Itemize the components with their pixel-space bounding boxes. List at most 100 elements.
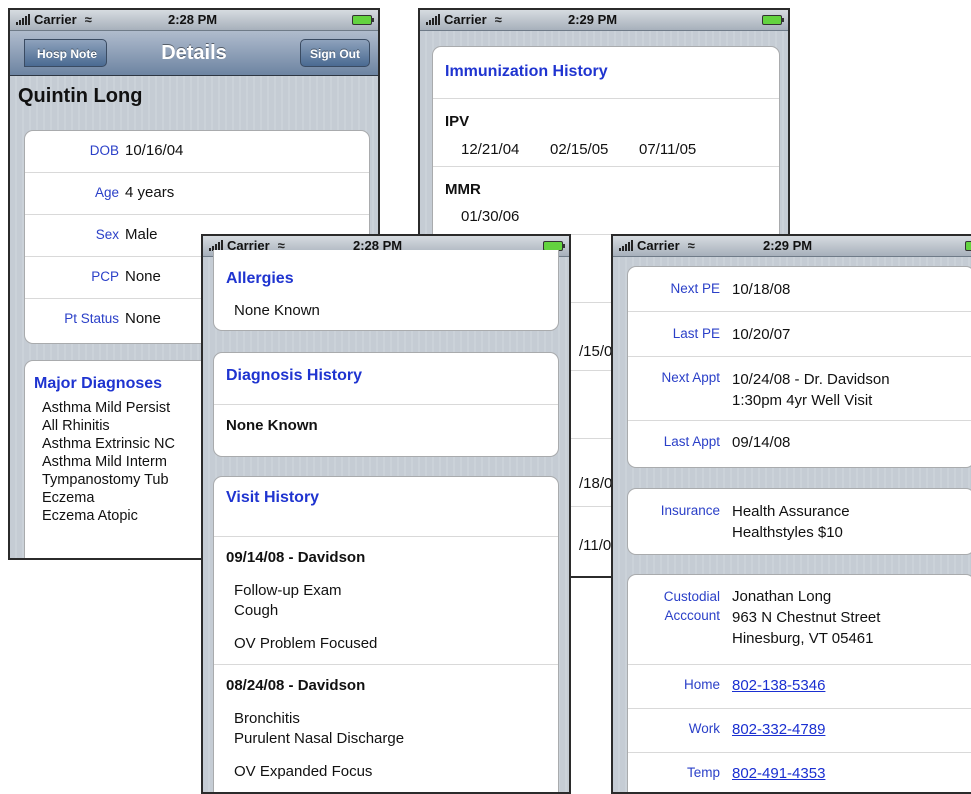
diagnosis-history-title: Diagnosis History — [226, 367, 363, 384]
phone-row-home[interactable]: Home 802-138-5346 — [628, 665, 971, 709]
allergies-group: Allergies None Known — [213, 250, 559, 331]
carrier-label: Carrier — [444, 12, 487, 27]
insurance-row[interactable]: Insurance Health Assurance Healthstyles … — [628, 489, 971, 554]
account-label: Acccount — [664, 608, 720, 623]
visit-row[interactable]: 09/14/08 - Davidson Follow-up Exam Cough… — [214, 537, 558, 665]
status-time: 2:29 PM — [568, 12, 618, 27]
status-bar: Carrier ≈ 2:28 PM — [10, 10, 378, 31]
visit-type: OV Problem Focused — [234, 635, 378, 652]
diagnosis-item: Asthma Extrinsic NC — [42, 436, 175, 452]
signal-icon — [619, 240, 634, 251]
schedule-row-next-pe[interactable]: Next PE 10/18/08 — [628, 267, 971, 312]
carrier-label: Carrier — [637, 238, 680, 253]
phone-link-home[interactable]: 802-138-5346 — [732, 677, 825, 694]
phone-row-temp[interactable]: Temp 802-491-4353 — [628, 753, 971, 792]
diagnosis-item: Asthma Mild Persist — [42, 400, 171, 416]
diagnosis-item: Eczema Atopic — [42, 508, 138, 524]
info-row-dob[interactable]: DOB 10/16/04 — [25, 131, 369, 173]
carrier-label: Carrier — [34, 12, 77, 27]
field-value: 10/20/07 — [732, 326, 791, 343]
field-label: DOB — [89, 143, 119, 158]
allergies-value: None Known — [234, 302, 320, 319]
schedule-row-last-pe[interactable]: Last PE 10/20/07 — [628, 312, 971, 357]
schedule-group: Next PE 10/18/08 Last PE 10/20/07 Next A… — [627, 266, 971, 468]
field-value: 09/14/08 — [732, 434, 791, 451]
phone-link-work[interactable]: 802-332-4789 — [732, 721, 825, 738]
field-value: 10/18/08 — [732, 281, 791, 298]
signal-icon — [426, 14, 441, 25]
wifi-icon: ≈ — [687, 238, 695, 253]
diagnosis-item: Tympanostomy Tub — [42, 472, 169, 488]
diagnosis-history-row[interactable]: None Known — [214, 405, 558, 455]
visit-detail: Purulent Nasal Discharge — [234, 730, 405, 747]
status-time: 2:29 PM — [763, 238, 813, 253]
field-label: PCP — [91, 269, 119, 284]
battery-icon — [352, 15, 374, 25]
field-value: None — [125, 268, 161, 285]
immunization-row-ipv[interactable]: IPV 12/21/04 02/15/05 07/11/05 — [433, 99, 779, 167]
phone-label: Temp — [686, 765, 720, 780]
info-row-age[interactable]: Age 4 years — [25, 173, 369, 215]
phone-label: Home — [683, 677, 720, 692]
battery-icon — [965, 241, 971, 251]
phone-row-work[interactable]: Work 802-332-4789 — [628, 709, 971, 753]
allergies-title: Allergies — [226, 270, 294, 287]
insurance-label: Insurance — [660, 503, 720, 518]
contact-group: Custodial Acccount Jonathan Long 963 N C… — [627, 574, 971, 792]
status-time: 2:28 PM — [168, 12, 218, 27]
account-address: 963 N Chestnut Street — [732, 609, 881, 626]
vaccine-name: IPV — [445, 113, 470, 130]
visit-history-header: Visit History — [214, 477, 558, 537]
vaccine-date: 12/21/04 — [461, 141, 520, 158]
diagnosis-item: Asthma Mild Interm — [42, 454, 167, 470]
field-value: None — [125, 310, 161, 327]
schedule-row-last-appt[interactable]: Last Appt 09/14/08 — [628, 421, 971, 465]
nav-bar: Hosp Note Details Sign Out — [10, 31, 378, 76]
diagnosis-item: All Rhinitis — [42, 418, 110, 434]
custodial-account-row[interactable]: Custodial Acccount Jonathan Long 963 N C… — [628, 575, 971, 665]
diagnosis-history-value: None Known — [226, 417, 318, 434]
insurance-value: Health Assurance — [732, 503, 850, 520]
status-bar: Carrier ≈ 2:29 PM — [613, 236, 971, 257]
field-value: Male — [125, 226, 158, 243]
visit-type: OV Expanded Focus — [234, 763, 373, 780]
contact-screen: Carrier ≈ 2:29 PM Next PE 10/18/08 Last P… — [611, 234, 971, 794]
field-value: 4 years — [125, 184, 175, 201]
visit-detail: Cough — [234, 602, 279, 619]
schedule-row-next-appt[interactable]: Next Appt 10/24/08 - Dr. Davidson 1:30pm… — [628, 357, 971, 421]
phone-link-temp[interactable]: 802-491-4353 — [732, 765, 825, 782]
diagnosis-history-group: Diagnosis History None Known — [213, 352, 559, 457]
diagnosis-item: Eczema — [42, 490, 95, 506]
immunization-title: Immunization History — [445, 63, 608, 80]
visit-detail: Bronchitis — [234, 710, 300, 727]
insurance-group: Insurance Health Assurance Healthstyles … — [627, 488, 971, 555]
history-screen: Carrier ≈ 2:28 PM Allergies None Known Di… — [201, 234, 571, 794]
field-label: Last Appt — [663, 434, 720, 449]
patient-name: Quintin Long — [18, 85, 143, 107]
diagnosis-history-header: Diagnosis History — [214, 353, 558, 405]
vaccine-name: MMR — [445, 181, 481, 198]
field-label: Last PE — [672, 326, 720, 341]
status-bar: Carrier ≈ 2:29 PM — [420, 10, 788, 31]
field-value: 1:30pm 4yr Well Visit — [732, 392, 873, 409]
account-name: Jonathan Long — [732, 588, 832, 605]
field-label: Sex — [95, 227, 119, 242]
visit-history-title: Visit History — [226, 489, 320, 506]
insurance-value: Healthstyles $10 — [732, 524, 843, 541]
visit-detail: Follow-up Exam — [234, 582, 342, 599]
sign-out-button[interactable]: Sign Out — [300, 39, 370, 67]
wifi-icon: ≈ — [84, 12, 92, 27]
immunization-header-row: Immunization History — [433, 47, 779, 99]
account-label: Custodial — [663, 589, 720, 604]
battery-icon — [762, 15, 784, 25]
visit-header: 09/14/08 - Davidson — [226, 549, 366, 566]
vaccine-date: 07/11/05 — [639, 141, 697, 158]
vaccine-date: 01/30/06 — [461, 208, 520, 225]
field-label: Pt Status — [64, 311, 119, 326]
field-value: 10/24/08 - Dr. Davidson — [732, 371, 890, 388]
field-label: Next PE — [670, 281, 720, 296]
visit-row[interactable]: 08/24/08 - Davidson Bronchitis Purulent … — [214, 665, 558, 792]
field-value: 10/16/04 — [125, 142, 184, 159]
field-label: Next Appt — [661, 370, 720, 385]
immunization-row-mmr[interactable]: MMR 01/30/06 — [433, 167, 779, 235]
